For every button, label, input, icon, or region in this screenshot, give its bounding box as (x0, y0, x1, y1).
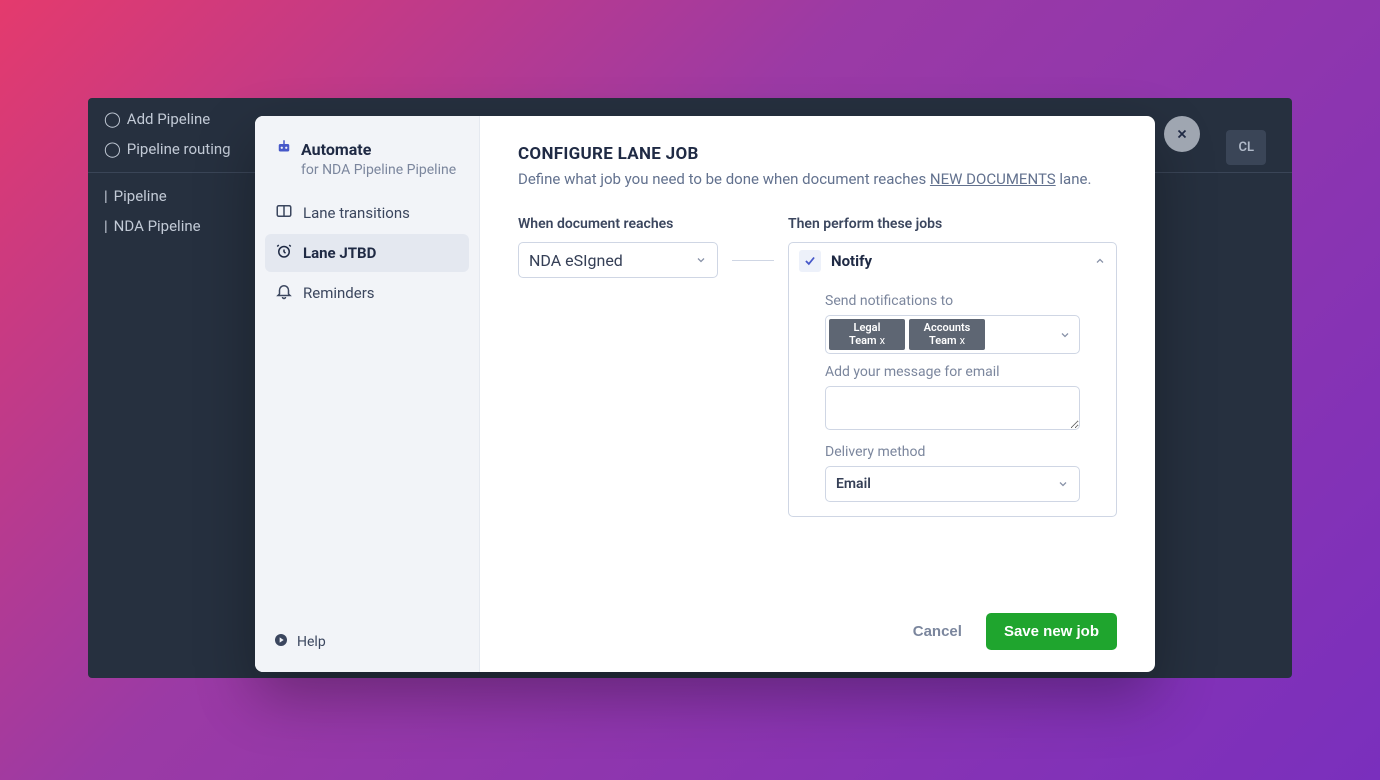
delivery-label: Delivery method (825, 444, 1080, 460)
sidebar-item-lane-jtbd[interactable]: Lane JTBD (265, 234, 469, 272)
sidebar-item-label: Lane JTBD (303, 244, 376, 262)
chevron-down-icon (1057, 478, 1069, 490)
sidebar-subtitle: for NDA Pipeline Pipeline (301, 162, 459, 178)
page-subtitle: Define what job you need to be done when… (518, 170, 1117, 188)
then-label: Then perform these jobs (788, 216, 1117, 232)
job-checkbox[interactable] (799, 250, 821, 272)
when-value: NDA eSIgned (529, 251, 623, 270)
job-name: Notify (831, 252, 872, 270)
save-button[interactable]: Save new job (986, 613, 1117, 650)
chevron-down-icon (695, 254, 707, 266)
bg-tag: CL (1226, 130, 1266, 165)
close-icon (1175, 127, 1189, 141)
play-circle-icon (273, 632, 289, 652)
recipient-chip[interactable]: Legal Team x (829, 319, 905, 350)
help-link[interactable]: Help (265, 626, 469, 658)
modal-sidebar: Automate for NDA Pipeline Pipeline Lane … (255, 116, 480, 672)
job-header[interactable]: Notify (789, 243, 1116, 279)
delivery-value: Email (836, 476, 871, 492)
sidebar-item-label: Lane transitions (303, 204, 410, 222)
check-icon (803, 254, 817, 268)
columns-icon (275, 202, 293, 224)
recipients-input[interactable]: Legal Team x Accounts Team x (825, 315, 1080, 354)
message-textarea[interactable] (825, 386, 1080, 430)
close-button[interactable] (1164, 116, 1200, 152)
cancel-button[interactable]: Cancel (913, 623, 962, 640)
send-to-label: Send notifications to (825, 293, 1080, 309)
help-label: Help (297, 634, 326, 650)
page-title: CONFIGURE LANE JOB (518, 144, 1117, 164)
sidebar-item-lane-transitions[interactable]: Lane transitions (265, 194, 469, 232)
lane-link[interactable]: NEW DOCUMENTS (930, 170, 1056, 188)
alarm-icon (275, 242, 293, 264)
recipient-chip[interactable]: Accounts Team x (909, 319, 985, 350)
sidebar-title: Automate (301, 140, 371, 159)
sidebar-item-label: Reminders (303, 284, 375, 302)
robot-icon (275, 138, 293, 160)
chip-remove-icon[interactable]: x (880, 335, 885, 348)
job-card: Notify Send notifications to Legal Team … (788, 242, 1117, 517)
chevron-up-icon (1094, 255, 1106, 267)
chip-remove-icon[interactable]: x (960, 335, 965, 348)
modal-main: CONFIGURE LANE JOB Define what job you n… (480, 116, 1155, 672)
bell-icon (275, 282, 293, 304)
when-select[interactable]: NDA eSIgned (518, 242, 718, 278)
chevron-down-icon (1059, 329, 1071, 341)
automate-modal: Automate for NDA Pipeline Pipeline Lane … (255, 116, 1155, 672)
delivery-select[interactable]: Email (825, 466, 1080, 502)
when-label: When document reaches (518, 216, 718, 232)
message-label: Add your message for email (825, 364, 1080, 380)
sidebar-item-reminders[interactable]: Reminders (265, 274, 469, 312)
